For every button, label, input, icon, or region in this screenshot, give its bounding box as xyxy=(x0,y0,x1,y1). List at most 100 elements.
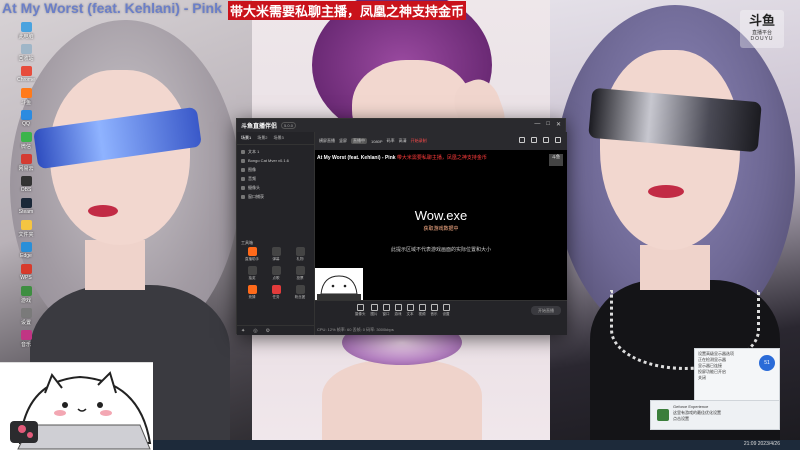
start-live-button[interactable]: 开始直播 xyxy=(531,306,561,315)
source-item[interactable]: 图像 xyxy=(241,165,310,174)
notification-close[interactable]: 关闭 xyxy=(698,375,776,381)
add-source-button[interactable]: 设置 xyxy=(442,304,450,317)
button-label: 音乐 xyxy=(430,312,438,316)
target-icon[interactable]: ◎ xyxy=(253,328,257,334)
toast-line: 点击设置 xyxy=(673,416,689,421)
desktop-icon-label: WPS xyxy=(20,275,32,281)
eye-icon[interactable] xyxy=(241,194,245,199)
desktop-icon-label: 文件夹 xyxy=(18,232,34,238)
fan-club-icon xyxy=(295,285,305,294)
tool-button[interactable]: 粉丝团 xyxy=(289,285,311,300)
desktop-icons: 此电脑 回收站 Chrome 斗鱼 QQ 微信 网易云 OBS Steam 文件… xyxy=(2,22,50,352)
toolbar-item[interactable]: 横屏直播 xyxy=(319,138,335,144)
toolbar-item[interactable]: 高清 xyxy=(399,138,407,144)
desktop-icon[interactable]: 网易云 xyxy=(2,154,50,176)
notification-badge: 51 xyxy=(759,355,775,371)
desktop-icon[interactable]: WPS xyxy=(2,264,50,286)
desktop-icon-label: 微信 xyxy=(20,144,31,150)
desktop-icon[interactable]: Chrome xyxy=(2,66,50,88)
bottom-controls: 摄像头 图片 窗口 游戏 文本 视频 音乐 设置 开始直播 CPU: 12% 帧… xyxy=(315,300,567,335)
eye-icon[interactable] xyxy=(241,158,245,163)
add-source-button[interactable]: 摄像头 xyxy=(355,304,366,317)
tool-button[interactable]: 竞猜 xyxy=(241,285,263,300)
source-item[interactable]: 摄像头 xyxy=(241,183,310,192)
preview-canvas[interactable]: At My Worst (feat. Kehlani) - Pink 带大米需要… xyxy=(315,150,567,300)
eye-icon[interactable] xyxy=(241,167,245,172)
sparkle-icon[interactable]: ✦ xyxy=(241,328,245,334)
window-controls: — □ ✕ xyxy=(534,121,561,128)
eye-icon[interactable] xyxy=(241,176,245,181)
mic-icon[interactable] xyxy=(531,137,537,143)
eye-icon[interactable] xyxy=(241,185,245,190)
tool-button[interactable]: 抽奖 xyxy=(241,266,263,281)
fullscreen-icon[interactable] xyxy=(543,137,549,143)
lottery-icon xyxy=(247,266,257,275)
add-source-button[interactable]: 游戏 xyxy=(394,304,402,317)
wps-icon xyxy=(20,264,32,274)
tool-button[interactable]: 弹幕 xyxy=(265,247,287,262)
bongo-cat-illustration xyxy=(10,371,152,450)
tab-scene-1[interactable]: 场景1 xyxy=(241,135,251,141)
tool-button[interactable]: 投票 xyxy=(289,266,311,281)
desktop-icon[interactable]: 文件夹 xyxy=(2,220,50,242)
system-tray-clock[interactable]: 21:09 2023/4/26 xyxy=(744,441,780,447)
tool-button[interactable]: 任务 xyxy=(265,285,287,300)
desktop-icon[interactable]: 游戏 xyxy=(2,286,50,308)
desktop-icon[interactable]: 音乐 xyxy=(2,330,50,352)
toolbar-item[interactable]: 码率 xyxy=(387,138,395,144)
tool-label: 竞猜 xyxy=(248,295,256,299)
desktop-icon[interactable]: Edge xyxy=(2,242,50,264)
tab-scene-2[interactable]: 场景2 xyxy=(257,135,267,141)
desktop-icon-label: Chrome xyxy=(17,77,35,83)
desktop-icon[interactable]: 微信 xyxy=(2,132,50,154)
desktop-icon-label: OBS xyxy=(20,187,32,193)
eye-icon[interactable] xyxy=(241,149,245,154)
button-label: 图片 xyxy=(370,312,378,316)
neck xyxy=(85,240,145,290)
promo-banner: 带大米需要私聊主播，凤凰之神支持金币 xyxy=(228,1,467,20)
tab-scene-3[interactable]: 场景3 xyxy=(273,135,283,141)
camera-icon xyxy=(356,304,364,311)
desktop-icon[interactable]: 斗鱼 xyxy=(2,88,50,110)
add-source-button[interactable]: 窗口 xyxy=(382,304,390,317)
desktop-icon[interactable]: 设置 xyxy=(2,308,50,330)
more-icon[interactable] xyxy=(555,137,561,143)
tool-button[interactable]: 礼物 xyxy=(289,247,311,262)
lips xyxy=(88,205,118,217)
game-status: 获取游戏数据中 xyxy=(423,226,459,232)
record-button[interactable]: 开始录制 xyxy=(411,138,427,144)
button-label: 窗口 xyxy=(382,312,390,316)
source-item[interactable]: 文本 1 xyxy=(241,147,310,156)
source-item[interactable]: 窗口捕获 xyxy=(241,192,310,201)
desktop-icon[interactable]: Steam xyxy=(2,198,50,220)
add-source-button[interactable]: 音乐 xyxy=(430,304,438,317)
minimize-button[interactable]: — xyxy=(534,121,540,128)
source-item[interactable]: 音频 xyxy=(241,174,310,183)
desktop-icon[interactable]: 此电脑 xyxy=(2,22,50,44)
button-label: 视频 xyxy=(418,312,426,316)
desktop-icon[interactable]: QQ xyxy=(2,110,50,132)
camera-icon[interactable] xyxy=(519,137,525,143)
toolbox-title: 工具箱 xyxy=(241,240,253,245)
tool-button[interactable]: 点歌 xyxy=(265,266,287,281)
maximize-button[interactable]: □ xyxy=(546,121,550,128)
close-button[interactable]: ✕ xyxy=(556,121,561,128)
gear-icon[interactable]: ⚙ xyxy=(266,328,270,334)
app-logo: 斗鱼直播伴侣 xyxy=(241,124,278,130)
source-item[interactable]: Bongo Cat Mver v0.1.6 xyxy=(241,156,310,165)
tool-button[interactable]: 直播助手 xyxy=(241,247,263,262)
add-source-button[interactable]: 文本 xyxy=(406,304,414,317)
browser-icon xyxy=(20,66,32,76)
desktop-icon-label: Edge xyxy=(20,253,32,259)
tool-label: 粉丝团 xyxy=(294,295,306,299)
stream-toolbar: 横屏直播 竖屏 直播中 1080P 码率 高清 开始录制 xyxy=(315,132,567,150)
toolbar-item[interactable]: 1080P xyxy=(371,139,383,144)
toolbar-item[interactable]: 竖屏 xyxy=(339,138,347,144)
add-source-button[interactable]: 图片 xyxy=(370,304,378,317)
add-source-button[interactable]: 视频 xyxy=(418,304,426,317)
chest xyxy=(322,360,482,450)
desktop-icon[interactable]: 回收站 xyxy=(2,44,50,66)
text-icon xyxy=(406,304,414,311)
desktop-icon[interactable]: OBS xyxy=(2,176,50,198)
toast-notification[interactable]: Geforce Experience 这里有游戏的最佳优化设置 点击设置 xyxy=(650,400,780,430)
